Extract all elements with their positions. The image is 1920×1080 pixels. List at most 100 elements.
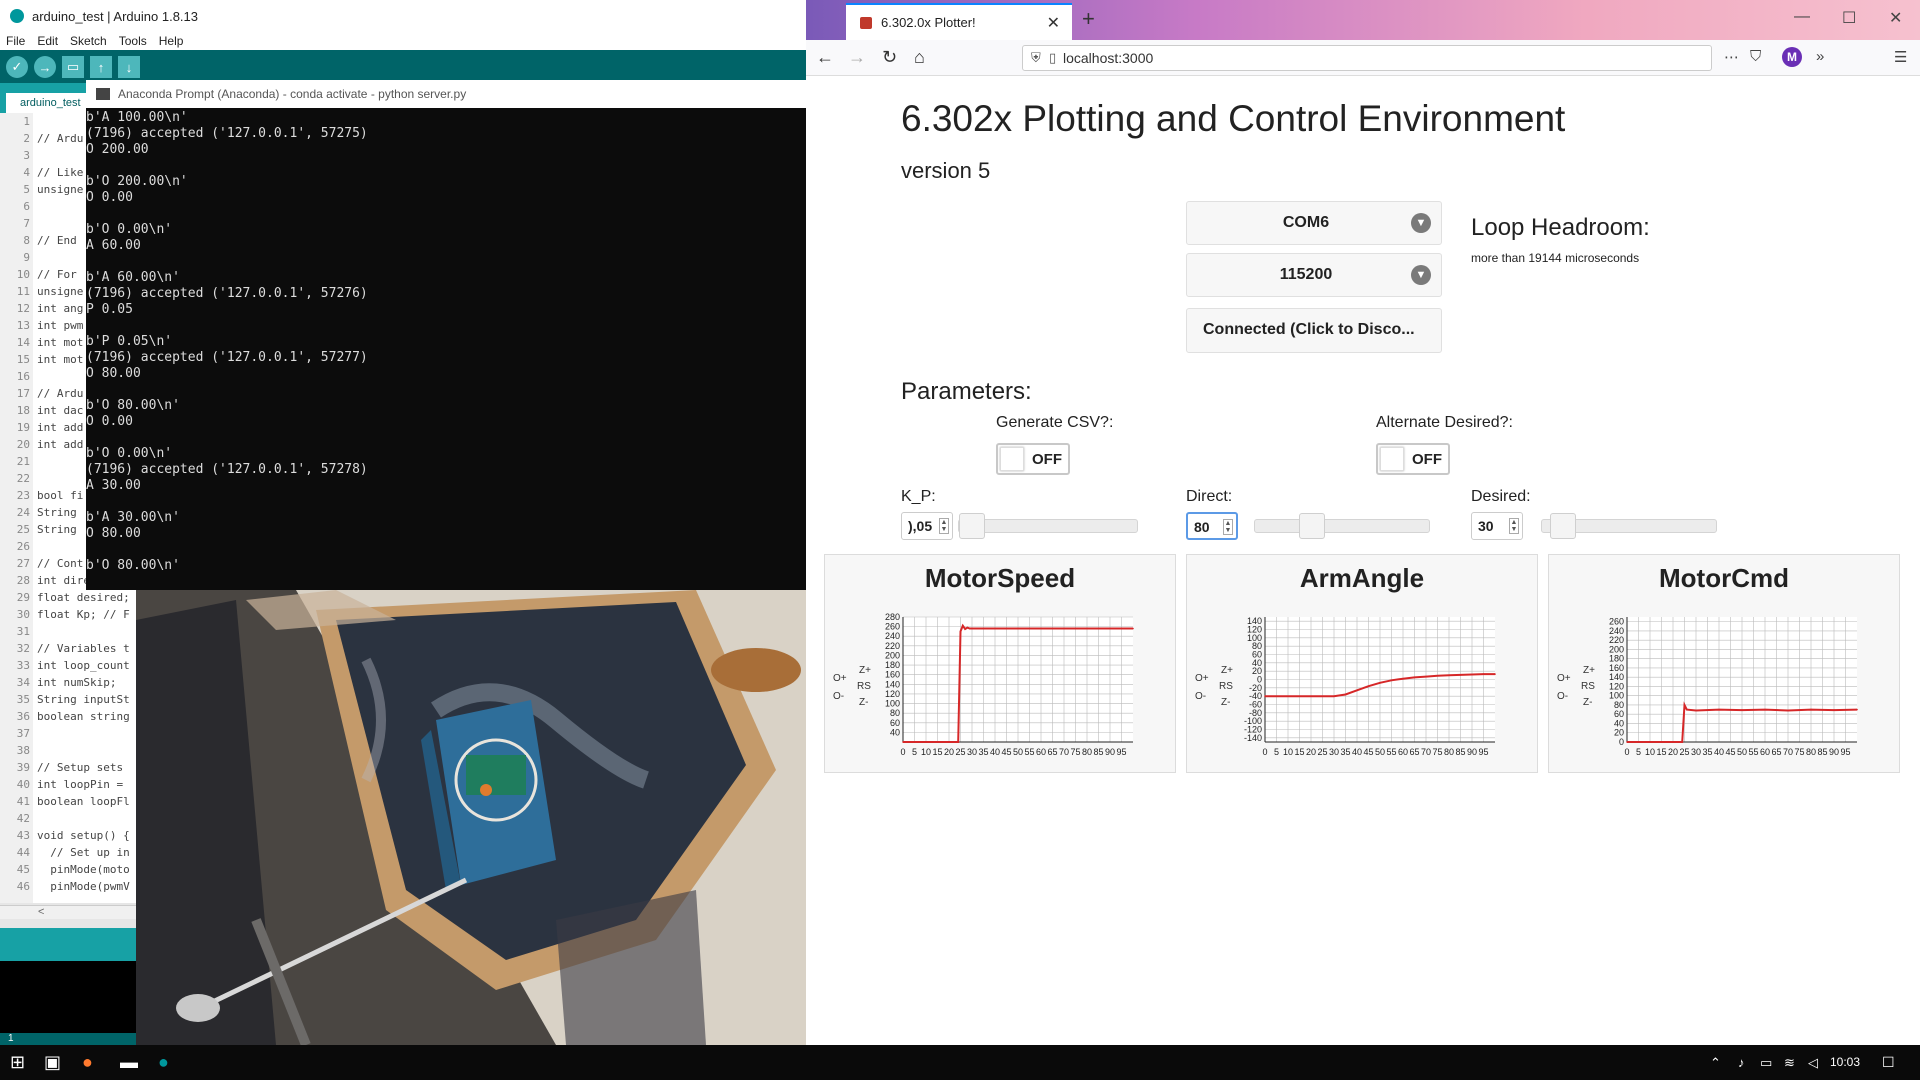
arduino-taskbar-icon[interactable]: ● xyxy=(158,1052,169,1073)
baud-rate-select[interactable]: 115200 ▼ xyxy=(1186,253,1442,297)
desired-slider[interactable] xyxy=(1541,513,1717,539)
line-number: 5 xyxy=(23,183,30,196)
account-avatar[interactable]: M xyxy=(1782,47,1802,67)
data-point xyxy=(959,630,962,633)
verify-icon[interactable]: ✓ xyxy=(6,56,28,78)
browser-tab[interactable]: 6.302.0x Plotter! ✕ xyxy=(846,3,1072,40)
zoom-out-plus-button[interactable]: O+ xyxy=(1557,673,1571,684)
slider-thumb[interactable] xyxy=(959,513,985,539)
x-tick-label: 45 xyxy=(1363,747,1373,757)
reset-scale-button[interactable]: RS xyxy=(857,681,871,692)
pocket-icon[interactable]: ⛉ xyxy=(1750,48,1761,65)
line-number: 20 xyxy=(16,438,30,451)
address-bar[interactable]: ⛨ ▯ localhost:3000 xyxy=(1022,45,1712,71)
code-line: pinMode(pwmV xyxy=(37,880,130,893)
menu-tools[interactable]: Tools xyxy=(119,34,147,48)
zoom-in-button[interactable]: Z+ xyxy=(1221,665,1233,676)
terminal-line: O 200.00 xyxy=(86,142,149,157)
kp-input[interactable]: ),05 ▲ ▼ xyxy=(901,512,953,540)
menu-edit[interactable]: Edit xyxy=(37,34,58,48)
alternate-desired-toggle[interactable]: OFF xyxy=(1376,443,1450,475)
tab-arduino-test[interactable]: arduino_test xyxy=(6,93,86,113)
connect-button[interactable]: Connected (Click to Disco... xyxy=(1186,308,1442,353)
slider-thumb[interactable] xyxy=(1550,513,1576,539)
reload-icon[interactable]: ↻ xyxy=(882,47,897,68)
firefox-taskbar-icon[interactable]: ● xyxy=(82,1052,93,1073)
line-number: 25 xyxy=(16,523,30,536)
zoom-out-minus-button[interactable]: O- xyxy=(833,691,844,702)
x-tick-label: 70 xyxy=(1421,747,1431,757)
kp-value: ),05 xyxy=(908,518,933,534)
open-sketch-icon[interactable]: ↑ xyxy=(90,56,112,78)
home-icon[interactable]: ⌂ xyxy=(914,47,925,68)
horizontal-scrollbar[interactable]: < xyxy=(0,905,136,919)
taskbar-clock[interactable]: 10:03 xyxy=(1830,1055,1860,1069)
zoom-in-minus-button[interactable]: Z- xyxy=(1221,697,1230,708)
new-sketch-icon[interactable]: ▭ xyxy=(62,56,84,78)
windows-taskbar: ⊞ ▣ ● ▬ ● ⌃ ♪ ▭ ≋ ◁ 10:03 ☐ xyxy=(0,1045,1920,1080)
direct-slider[interactable] xyxy=(1254,513,1430,539)
terminal-taskbar-icon[interactable]: ▬ xyxy=(120,1052,138,1073)
zoom-out-minus-button[interactable]: O- xyxy=(1195,691,1206,702)
data-point xyxy=(1718,708,1720,711)
menu-file[interactable]: File xyxy=(6,34,25,48)
reset-scale-button[interactable]: RS xyxy=(1219,681,1233,692)
direct-input[interactable]: 80 ▲ ▼ xyxy=(1186,512,1238,540)
shield-icon[interactable]: ⛨ xyxy=(1031,50,1041,66)
chevron-down-icon[interactable]: ▼ xyxy=(1411,213,1431,233)
serial-port-select[interactable]: COM6 ▼ xyxy=(1186,201,1442,245)
x-tick-label: 70 xyxy=(1783,747,1793,757)
hamburger-menu-icon[interactable]: ☰ xyxy=(1894,48,1907,66)
back-icon[interactable]: ← xyxy=(816,47,834,68)
chevron-down-icon[interactable]: ▼ xyxy=(1411,265,1431,285)
data-point xyxy=(971,627,973,630)
zoom-in-minus-button[interactable]: Z- xyxy=(859,697,868,708)
generate-csv-toggle[interactable]: OFF xyxy=(996,443,1070,475)
maximize-icon[interactable]: ☐ xyxy=(1842,8,1856,28)
minimize-icon[interactable]: — xyxy=(1794,8,1810,26)
zoom-out-minus-button[interactable]: O- xyxy=(1557,691,1568,702)
terminal-output[interactable]: b'A 100.00\n' (7196) accepted ('127.0.0.1… xyxy=(86,108,806,574)
scroll-left-icon[interactable]: < xyxy=(38,906,44,918)
line-number: 23 xyxy=(16,489,30,502)
line-number: 10 xyxy=(16,268,30,281)
zoom-in-button[interactable]: Z+ xyxy=(859,665,871,676)
task-view-icon[interactable]: ▣ xyxy=(44,1052,61,1073)
zoom-out-plus-button[interactable]: O+ xyxy=(1195,673,1209,684)
battery-icon[interactable]: ▭ xyxy=(1760,1055,1772,1071)
data-point xyxy=(1344,693,1347,696)
menu-help[interactable]: Help xyxy=(159,34,184,48)
forward-icon[interactable]: → xyxy=(848,47,866,68)
zoom-in-minus-button[interactable]: Z- xyxy=(1583,697,1592,708)
desired-input[interactable]: 30 ▲ ▼ xyxy=(1471,512,1523,540)
menu-sketch[interactable]: Sketch xyxy=(70,34,107,48)
slider-thumb[interactable] xyxy=(1299,513,1325,539)
kp-slider[interactable] xyxy=(958,513,1138,539)
page-info-icon[interactable]: ▯ xyxy=(1049,50,1056,66)
baud-rate-value: 115200 xyxy=(1279,266,1333,283)
upload-icon[interactable]: → xyxy=(34,56,56,78)
reset-scale-button[interactable]: RS xyxy=(1581,681,1595,692)
close-window-icon[interactable]: ✕ xyxy=(1889,8,1902,28)
close-tab-icon[interactable]: ✕ xyxy=(1047,13,1060,33)
line-number: 38 xyxy=(16,744,30,757)
save-sketch-icon[interactable]: ↓ xyxy=(118,56,140,78)
spinner-arrows-icon[interactable]: ▲ ▼ xyxy=(939,518,949,534)
overflow-chevron-icon[interactable]: » xyxy=(1816,48,1824,65)
spinner-arrows-icon[interactable]: ▲ ▼ xyxy=(1509,518,1519,534)
notifications-icon[interactable]: ☐ xyxy=(1882,1054,1895,1071)
spinner-arrows-icon[interactable]: ▲ ▼ xyxy=(1223,519,1233,535)
wifi-icon[interactable]: ≋ xyxy=(1784,1055,1795,1071)
microphone-icon[interactable]: ♪ xyxy=(1738,1055,1745,1070)
tray-chevron-icon[interactable]: ⌃ xyxy=(1710,1055,1721,1071)
zoom-in-button[interactable]: Z+ xyxy=(1583,665,1595,676)
page-actions-icon[interactable]: ⋯ xyxy=(1724,48,1739,66)
data-point xyxy=(1683,704,1686,706)
conda-window-title: Anaconda Prompt (Anaconda) - conda activ… xyxy=(118,87,467,101)
x-tick-label: 90 xyxy=(1467,747,1477,757)
terminal-line: b'O 0.00\n' xyxy=(86,446,173,461)
zoom-out-plus-button[interactable]: O+ xyxy=(833,673,847,684)
new-tab-icon[interactable]: + xyxy=(1082,6,1095,32)
windows-start-icon[interactable]: ⊞ xyxy=(10,1052,25,1073)
volume-icon[interactable]: ◁ xyxy=(1808,1055,1818,1071)
